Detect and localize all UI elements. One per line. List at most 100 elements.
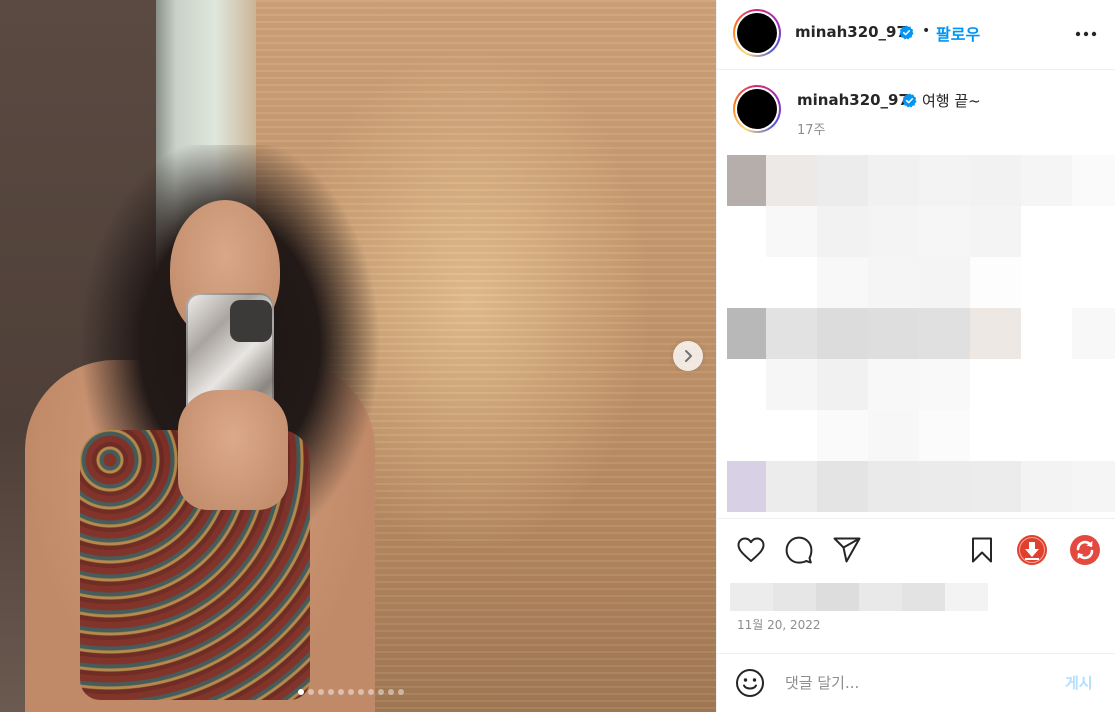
comment-input[interactable] [785,672,1055,694]
blurred-block [919,359,970,410]
blurred-block [970,257,1021,308]
blurred-block [727,155,766,206]
blurred-block [1072,410,1115,461]
blurred-block [945,583,988,611]
emoji-smile-icon[interactable] [735,668,765,698]
carousel-dot [298,689,304,695]
blurred-block [1021,155,1072,206]
blurred-block [727,257,766,308]
blurred-block [868,461,919,512]
author-avatar[interactable] [733,9,781,57]
refresh-button[interactable] [1069,534,1101,566]
follow-separator: • [922,23,931,39]
comment-icon [785,536,813,564]
blurred-block [919,308,970,359]
blurred-block [727,308,766,359]
blurred-block [1021,461,1072,512]
blurred-block [817,155,868,206]
carousel-next-button[interactable] [673,341,703,371]
post-comment-button[interactable]: 게시 [1065,672,1093,693]
blurred-block [1021,410,1072,461]
share-button[interactable] [831,534,863,566]
post-time-ago[interactable]: 17주 [797,119,826,138]
blurred-block [919,206,970,257]
carousel-dot [358,689,364,695]
bookmark-icon [972,537,992,563]
blurred-block [1072,308,1115,359]
comment-bar: 게시 [717,653,1115,712]
blurred-comments [727,155,1115,512]
more-options-button[interactable] [1072,22,1100,46]
blurred-block [816,583,859,611]
follow-button[interactable]: 팔로우 [936,21,980,45]
blurred-block [1072,206,1115,257]
post-header: minah320_97 • 팔로우 [717,0,1115,70]
blurred-block [1072,257,1115,308]
blurred-block [868,359,919,410]
post-date[interactable]: 11월 20, 2022 [737,616,821,633]
blurred-block [773,583,816,611]
blurred-block [817,257,868,308]
chevron-right-icon [685,350,692,362]
carousel-dot [398,689,404,695]
refresh-icon [1070,535,1100,565]
carousel-dot [308,689,314,695]
like-button[interactable] [735,534,767,566]
blurred-block [970,359,1021,410]
carousel-dot [368,689,374,695]
blurred-block [817,410,868,461]
blurred-block [817,206,868,257]
action-bar [717,520,1115,582]
download-button[interactable] [1016,534,1048,566]
caption-username[interactable]: minah320_97 [797,91,909,109]
carousel-indicator [298,689,404,695]
blurred-block [1021,359,1072,410]
carousel-dot [388,689,394,695]
blurred-block [970,461,1021,512]
blurred-block [766,359,817,410]
download-icon [1017,535,1047,565]
blurred-block [868,410,919,461]
save-button[interactable] [966,534,998,566]
blurred-block [766,257,817,308]
blurred-block [919,410,970,461]
caption-text: 여행 끝~ [922,92,981,110]
verified-badge-icon [902,93,917,108]
blurred-block [766,206,817,257]
paper-plane-icon [833,537,861,563]
blurred-block [766,461,817,512]
blurred-block [766,410,817,461]
blurred-block [727,206,766,257]
post-media[interactable] [0,0,716,712]
blurred-block [1072,155,1115,206]
blurred-block [970,155,1021,206]
blurred-block [817,359,868,410]
carousel-dot [338,689,344,695]
caption-section: minah320_97 여행 끝~ 17주 [717,71,1115,519]
blurred-block [1021,308,1072,359]
blurred-block [730,583,773,611]
blurred-block [1021,257,1072,308]
carousel-dot [378,689,384,695]
blurred-block [817,461,868,512]
blurred-block [766,155,817,206]
photo-subject-hand [178,390,288,510]
blurred-block [817,308,868,359]
heart-icon [737,537,765,562]
blurred-block [1021,206,1072,257]
blurred-block [1072,359,1115,410]
blurred-block [1072,461,1115,512]
comment-button[interactable] [783,534,815,566]
blurred-block [766,308,817,359]
verified-badge-icon [899,25,914,40]
carousel-dot [328,689,334,695]
carousel-dot [318,689,324,695]
caption-author-avatar[interactable] [733,85,781,133]
blurred-block [919,461,970,512]
author-username[interactable]: minah320_97 [795,23,907,41]
more-horizontal-icon [1075,31,1097,37]
photo-phone-camera [230,300,272,342]
blurred-block [868,257,919,308]
blurred-block [970,410,1021,461]
blurred-block [868,206,919,257]
